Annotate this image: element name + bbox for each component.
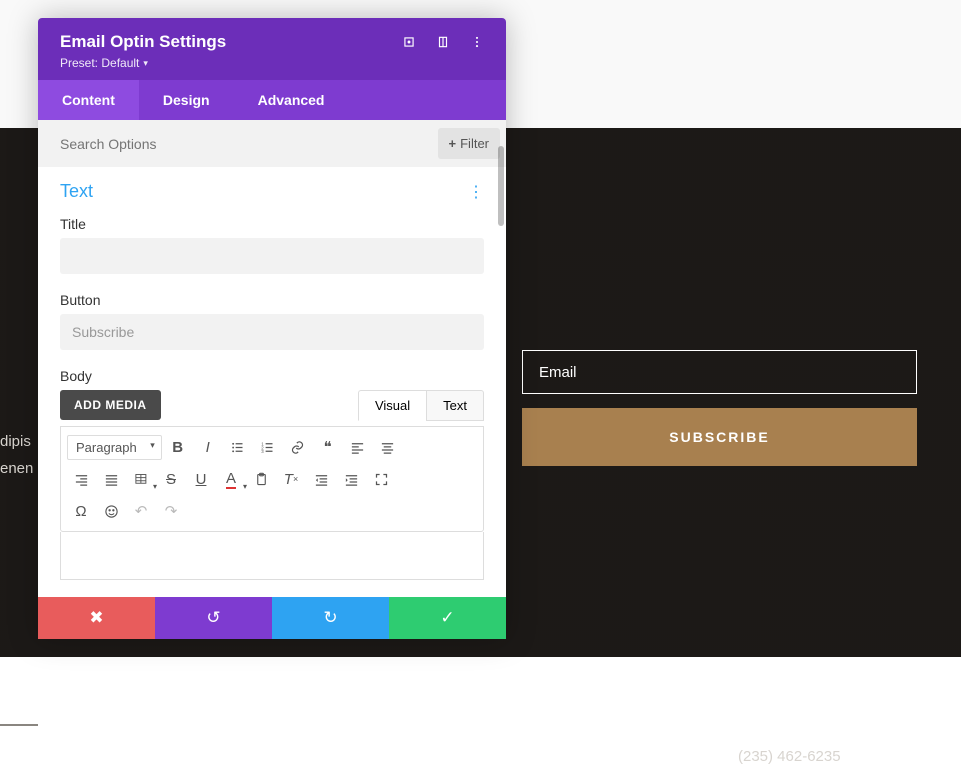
responsive-icon[interactable] xyxy=(436,35,450,49)
undo-button[interactable]: ↺ xyxy=(155,597,272,639)
divider-line xyxy=(0,724,38,726)
undo-icon[interactable]: ↶ xyxy=(127,497,155,525)
table-icon[interactable]: ▾ xyxy=(127,465,155,493)
section-menu-icon[interactable]: ⋮ xyxy=(468,182,484,202)
paste-icon[interactable] xyxy=(247,465,275,493)
scrollbar[interactable] xyxy=(498,146,504,226)
call-us-label: Call Us xyxy=(738,718,792,736)
format-select[interactable]: Paragraph xyxy=(67,435,162,460)
svg-text:3: 3 xyxy=(261,449,264,454)
title-label: Title xyxy=(60,216,484,232)
preset-dropdown[interactable]: Preset: Default xyxy=(60,56,484,70)
panel-tabs: Content Design Advanced xyxy=(38,80,506,120)
align-center-icon[interactable] xyxy=(374,433,402,461)
subscribe-button[interactable]: SUBSCRIBE xyxy=(522,408,917,466)
action-bar: ✖ ↺ ↻ ✓ xyxy=(38,597,506,639)
special-char-icon[interactable]: Ω xyxy=(67,497,95,525)
et-fragment: et xyxy=(0,668,20,700)
strikethrough-icon[interactable]: S xyxy=(157,465,185,493)
align-left-icon[interactable] xyxy=(344,433,372,461)
bullet-list-icon[interactable] xyxy=(224,433,252,461)
footer-link-about[interactable]: About xyxy=(498,749,537,766)
expand-icon[interactable] xyxy=(402,35,416,49)
redo-icon[interactable]: ↷ xyxy=(157,497,185,525)
indent-icon[interactable] xyxy=(337,465,365,493)
clearformat-icon[interactable]: T× xyxy=(277,465,305,493)
phone-number: (235) 462-6235 xyxy=(738,748,841,765)
justify-icon[interactable] xyxy=(97,465,125,493)
link-icon[interactable] xyxy=(284,433,312,461)
outdent-icon[interactable] xyxy=(307,465,335,493)
add-media-button[interactable]: ADD MEDIA xyxy=(60,390,161,420)
editor-toolbar: Paragraph B I 123 ❝ ▾ S U A▾ T× Ω ↶ ↷ xyxy=(60,426,484,532)
panel-header[interactable]: Email Optin Settings Preset: Default xyxy=(38,18,506,80)
email-placeholder-text: Email xyxy=(539,364,577,381)
save-button[interactable]: ✓ xyxy=(389,597,506,639)
button-label: Button xyxy=(60,292,484,308)
settings-panel: Email Optin Settings Preset: Default Con… xyxy=(38,18,506,639)
editor-tab-text[interactable]: Text xyxy=(426,390,484,421)
textcolor-icon[interactable]: A▾ xyxy=(217,465,245,493)
numbered-list-icon[interactable]: 123 xyxy=(254,433,282,461)
align-right-icon[interactable] xyxy=(67,465,95,493)
editor-tab-visual[interactable]: Visual xyxy=(358,390,426,421)
tab-content[interactable]: Content xyxy=(38,80,139,120)
body-editor[interactable] xyxy=(60,532,484,580)
panel-title: Email Optin Settings xyxy=(60,32,226,52)
filter-button[interactable]: Filter xyxy=(438,128,500,159)
emoji-icon[interactable] xyxy=(97,497,125,525)
editor-tabs: Visual Text xyxy=(358,390,484,421)
search-input[interactable] xyxy=(60,136,430,152)
title-input[interactable] xyxy=(60,238,484,274)
quote-icon[interactable]: ❝ xyxy=(314,433,342,461)
section-title[interactable]: Text xyxy=(60,181,93,202)
italic-icon[interactable]: I xyxy=(194,433,222,461)
lorem-fragment: dipis enen xyxy=(0,428,33,482)
kebab-menu-icon[interactable] xyxy=(470,35,484,49)
footer-contact-heading: CONTACT US xyxy=(749,664,850,680)
email-input[interactable]: Email xyxy=(522,350,917,394)
footer-link-home[interactable]: Home xyxy=(498,718,538,735)
redo-button[interactable]: ↻ xyxy=(272,597,389,639)
search-row: Filter xyxy=(38,120,506,167)
fullscreen-icon[interactable] xyxy=(367,465,395,493)
body-label: Body xyxy=(60,368,484,384)
close-button[interactable]: ✖ xyxy=(38,597,155,639)
bold-icon[interactable]: B xyxy=(164,433,192,461)
tab-advanced[interactable]: Advanced xyxy=(234,80,349,120)
phone-icon xyxy=(692,720,708,741)
underline-icon[interactable]: U xyxy=(187,465,215,493)
footer-links-heading: INKS xyxy=(498,664,535,680)
panel-body: Text ⋮ Title Button Body ADD MEDIA Visua… xyxy=(38,167,506,597)
button-input[interactable] xyxy=(60,314,484,350)
tab-design[interactable]: Design xyxy=(139,80,234,120)
